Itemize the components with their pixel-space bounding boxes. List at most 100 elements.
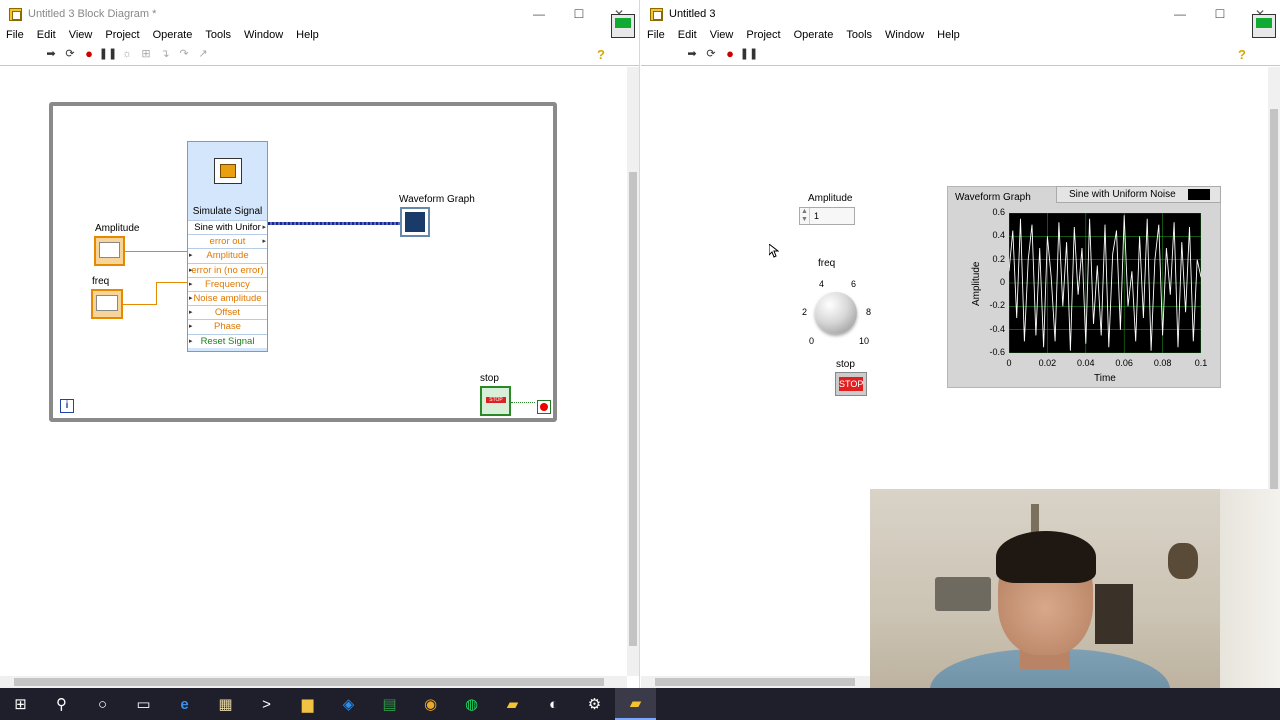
front-panel-titlebar[interactable]: Untitled 3 — ☐ ✕ <box>641 0 1280 28</box>
menu-operate[interactable]: Operate <box>153 29 193 41</box>
menu-view[interactable]: View <box>710 29 734 41</box>
vscode-icon[interactable]: ◈ <box>328 688 369 720</box>
file-explorer-icon[interactable]: ▆ <box>287 688 328 720</box>
plot-legend[interactable]: Sine with Uniform Noise <box>1056 186 1221 203</box>
step-out-icon[interactable]: ↗ <box>196 47 210 61</box>
bd-horizontal-scrollbar[interactable] <box>0 676 627 688</box>
maximize-icon[interactable]: ☐ <box>1200 7 1240 21</box>
abort-icon[interactable]: ● <box>723 46 737 61</box>
pin-error-out[interactable]: error out <box>188 234 267 249</box>
wire-amplitude[interactable] <box>125 251 187 252</box>
excel-icon[interactable]: ▤ <box>369 688 410 720</box>
pin-sine-output[interactable]: Sine with Unifor <box>188 220 267 235</box>
bd-hscroll-thumb[interactable] <box>14 678 604 686</box>
cortana-icon[interactable]: ○ <box>82 688 123 720</box>
block-diagram-titlebar[interactable]: Untitled 3 Block Diagram * — ☐ ✕ <box>0 0 639 28</box>
pin-phase[interactable]: Phase <box>188 319 267 334</box>
minimize-icon[interactable]: — <box>519 7 559 21</box>
wire-freq-h2[interactable] <box>156 282 187 283</box>
run-arrow-icon[interactable]: ➡ <box>44 47 58 61</box>
edge-icon[interactable]: e <box>164 688 205 720</box>
amplitude-numeric-control[interactable]: ▲ ▼ 1 <box>799 207 855 225</box>
windows-taskbar: ⊞ ⚲ ○ ▭ e ▦ > ▆ ◈ ▤ ◉ ◍ ▰ ◐ ⚙ ▰ <box>0 688 1280 720</box>
labview-active-icon[interactable]: ▰ <box>615 688 656 720</box>
menu-help[interactable]: Help <box>296 29 319 41</box>
menu-file[interactable]: File <box>6 29 24 41</box>
pause-icon[interactable]: ❚❚ <box>740 47 758 61</box>
menu-help[interactable]: Help <box>937 29 960 41</box>
amplitude-value[interactable]: 1 <box>814 211 819 221</box>
pause-icon[interactable]: ❚❚ <box>99 47 117 61</box>
pin-reset-signal[interactable]: Reset Signal <box>188 333 267 348</box>
task-view-icon[interactable]: ▭ <box>123 688 164 720</box>
retain-wire-icon[interactable]: ⊞ <box>139 47 153 61</box>
freq-knob[interactable] <box>815 292 857 334</box>
stop-terminal[interactable] <box>480 386 511 416</box>
pin-error-in[interactable]: error in (no error) <box>188 262 267 277</box>
pin-noise-amplitude[interactable]: Noise amplitude <box>188 290 267 306</box>
menu-project[interactable]: Project <box>746 29 780 41</box>
context-help-icon[interactable]: ? <box>597 47 611 62</box>
block-diagram-window: Untitled 3 Block Diagram * — ☐ ✕ File Ed… <box>0 0 640 688</box>
settings-icon[interactable]: ⚙ <box>574 688 615 720</box>
menu-window[interactable]: Window <box>885 29 924 41</box>
webcam-person-hair <box>996 531 1096 583</box>
pin-frequency[interactable]: Frequency <box>188 276 267 291</box>
menu-window[interactable]: Window <box>244 29 283 41</box>
menu-file[interactable]: File <box>647 29 665 41</box>
step-over-icon[interactable]: ↷ <box>177 47 191 61</box>
bd-vscroll-thumb[interactable] <box>629 172 637 646</box>
maximize-icon[interactable]: ☐ <box>559 7 599 21</box>
menu-view[interactable]: View <box>69 29 93 41</box>
freq-terminal[interactable] <box>91 289 123 319</box>
wire-stop[interactable] <box>511 402 535 403</box>
waveform-graph-terminal[interactable] <box>400 207 430 237</box>
fp-hscroll-thumb[interactable] <box>655 678 855 686</box>
windows-start-icon[interactable]: ⊞ <box>0 688 41 720</box>
bd-vertical-scrollbar[interactable] <box>627 67 639 676</box>
pin-offset[interactable]: Offset <box>188 305 267 320</box>
iteration-terminal[interactable]: i <box>60 399 74 413</box>
knob-tick-6: 6 <box>851 279 857 289</box>
stop-button[interactable]: STOP <box>835 372 867 396</box>
amplitude-control-label: Amplitude <box>808 193 853 204</box>
abort-icon[interactable]: ● <box>82 46 96 61</box>
run-continuous-icon[interactable]: ⟳ <box>63 47 77 61</box>
wire-freq-h1[interactable] <box>123 304 156 305</box>
x-tick-label: 0.02 <box>1038 358 1057 368</box>
context-help-icon[interactable]: ? <box>1238 47 1252 62</box>
plot-area[interactable] <box>1008 212 1202 354</box>
obs-icon[interactable]: ◐ <box>533 688 574 720</box>
menu-edit[interactable]: Edit <box>37 29 56 41</box>
pin-amplitude[interactable]: Amplitude <box>188 248 267 263</box>
highlight-bulb-icon[interactable]: ☼ <box>120 47 134 61</box>
search-icon[interactable]: ⚲ <box>41 688 82 720</box>
wire-freq-v[interactable] <box>156 282 157 305</box>
spotify-icon[interactable]: ◍ <box>451 688 492 720</box>
x-tick-label: 0.04 <box>1077 358 1095 368</box>
x-tick-label: 0 <box>1006 358 1012 368</box>
express-vi-title: Simulate Signal <box>192 206 263 217</box>
minimize-icon[interactable]: — <box>1160 7 1200 21</box>
menu-project[interactable]: Project <box>105 29 139 41</box>
run-continuous-icon[interactable]: ⟳ <box>704 47 718 61</box>
increment-decrement-icon[interactable]: ▲ ▼ <box>800 208 810 224</box>
menu-tools[interactable]: Tools <box>846 29 872 41</box>
run-arrow-icon[interactable]: ➡ <box>685 47 699 61</box>
menu-tools[interactable]: Tools <box>205 29 231 41</box>
simulate-signal-express-vi[interactable]: Simulate Signal Sine with Unifor error o… <box>187 141 268 352</box>
step-into-icon[interactable]: ↴ <box>158 47 172 61</box>
wire-signal-to-graph[interactable] <box>268 222 400 225</box>
chrome-icon[interactable]: ◉ <box>410 688 451 720</box>
menu-operate[interactable]: Operate <box>794 29 834 41</box>
store-icon[interactable]: ▦ <box>205 688 246 720</box>
mouse-cursor-icon <box>768 242 780 261</box>
labview-icon[interactable]: ▰ <box>492 688 533 720</box>
amplitude-terminal[interactable] <box>94 236 125 266</box>
menu-edit[interactable]: Edit <box>678 29 697 41</box>
loop-condition-terminal[interactable] <box>537 400 551 414</box>
vi-connector-icon[interactable] <box>1252 14 1276 38</box>
vi-connector-icon[interactable] <box>611 14 635 38</box>
cmd-icon[interactable]: > <box>246 688 287 720</box>
knob-tick-2: 2 <box>802 307 808 317</box>
